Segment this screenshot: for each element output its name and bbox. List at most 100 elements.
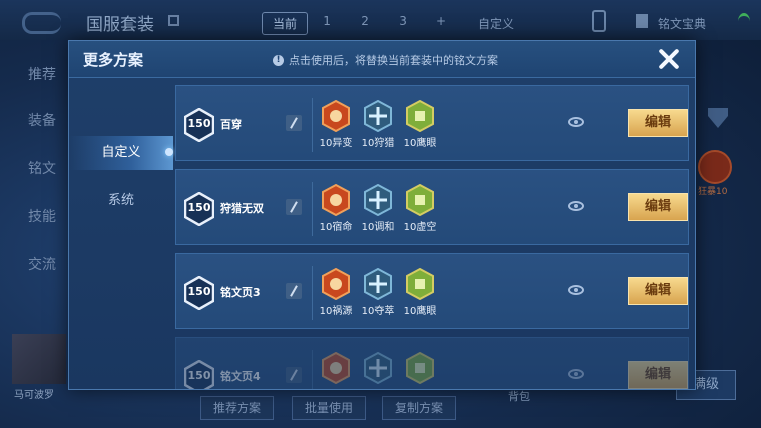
preview-eye-icon[interactable] <box>568 285 584 295</box>
hero-portrait[interactable] <box>12 334 66 384</box>
inscription-slot[interactable]: 10鹰眼 <box>400 267 440 317</box>
preview-eye-icon[interactable] <box>568 201 584 211</box>
info-icon: ! <box>273 54 284 66</box>
red-inscription-icon <box>321 99 351 133</box>
emblem-icon <box>698 150 732 184</box>
batch-use-button[interactable]: 批量使用 <box>292 396 367 420</box>
inscription-label: 10狩猎 <box>361 138 395 149</box>
divider <box>312 182 313 236</box>
inscription-slot[interactable]: 10祸源 <box>316 267 356 317</box>
divider <box>312 266 313 320</box>
inscription-label: 10夺萃 <box>361 306 395 317</box>
plan-row[interactable]: 150 百穿 10异变 10狩猎 10鹰眼 编辑 <box>175 85 689 161</box>
more-plans-modal: 更多方案 ! 点击使用后，将替换当前套装中的铭文方案 自定义 系统 150 百穿… <box>68 40 696 390</box>
divider <box>312 98 313 152</box>
tab-current[interactable]: 当前 <box>262 12 309 35</box>
modal-hint: ! 点击使用后，将替换当前套装中的铭文方案 <box>273 52 498 68</box>
inscription-slot[interactable]: 10夺萃 <box>358 267 398 317</box>
rename-icon[interactable] <box>286 283 302 299</box>
inscription-dictionary[interactable]: 铭文宝典 <box>658 15 706 32</box>
wifi-icon <box>738 13 750 30</box>
plan-name: 百穿 <box>220 118 242 131</box>
preview-eye-icon[interactable] <box>568 369 584 379</box>
inscription-slot[interactable]: 10鹰眼 <box>400 99 440 149</box>
plan-level: 150 <box>187 369 211 382</box>
sidebar-item-label: 自定义 <box>101 145 141 160</box>
copy-plan-button[interactable]: 复制方案 <box>382 396 457 420</box>
inscription-label: 10虚空 <box>403 222 437 233</box>
inscription-label: 10异变 <box>319 138 353 149</box>
edit-button[interactable]: 编辑 <box>628 361 688 389</box>
edit-button[interactable]: 编辑 <box>628 109 688 137</box>
divider <box>312 350 313 389</box>
bag-label[interactable]: 背包 <box>508 388 530 404</box>
back-icon[interactable] <box>22 12 61 34</box>
green-inscription-icon <box>405 267 435 301</box>
inscription-slot[interactable]: 10异变 <box>316 99 356 149</box>
inscription-label: 10鹰眼 <box>403 138 437 149</box>
plan-level: 150 <box>187 285 211 298</box>
book-icon[interactable] <box>636 14 648 28</box>
nav-community[interactable]: 交流 <box>28 254 56 274</box>
nav-skills[interactable]: 技能 <box>28 206 56 226</box>
inscription-label: 10调和 <box>361 222 395 233</box>
inscription-label: 10宿命 <box>319 222 353 233</box>
plan-row[interactable]: 150 铭文页3 10祸源 10夺萃 10鹰眼 编辑 <box>175 253 689 329</box>
red-inscription-icon <box>321 351 351 385</box>
inscription-slot[interactable] <box>400 351 440 386</box>
grid-icon[interactable] <box>168 15 179 26</box>
blue-inscription-icon <box>363 267 393 301</box>
inscription-slot[interactable] <box>316 351 356 386</box>
green-inscription-icon <box>405 183 435 217</box>
level-badge-icon: 150 <box>184 108 214 142</box>
inscription-slot[interactable]: 10宿命 <box>316 183 356 233</box>
close-icon[interactable] <box>655 45 683 73</box>
phone-icon[interactable] <box>592 10 606 32</box>
plan-category-sidebar: 自定义 系统 <box>69 78 173 389</box>
custom-label[interactable]: 自定义 <box>478 15 514 32</box>
sidebar-item-custom[interactable]: 自定义 <box>69 136 173 170</box>
inscription-slot[interactable]: 10调和 <box>358 183 398 233</box>
hero-name: 马可波罗 <box>14 390 54 401</box>
hint-text: 点击使用后，将替换当前套装中的铭文方案 <box>289 54 498 67</box>
red-inscription-icon <box>321 267 351 301</box>
nav-recommend[interactable]: 推荐 <box>28 64 56 84</box>
level-badge-icon: 150 <box>184 192 214 226</box>
tab-add[interactable]: + <box>422 12 460 35</box>
inscription-slot[interactable]: 10狩猎 <box>358 99 398 149</box>
emblem-label: 狂暴10 <box>698 187 728 197</box>
nav-inscription[interactable]: 铭文 <box>28 158 56 178</box>
rename-icon[interactable] <box>286 367 302 383</box>
filter-icon[interactable] <box>708 108 728 128</box>
plan-list[interactable]: 150 百穿 10异变 10狩猎 10鹰眼 编辑 150 狩猎无双 10宿命 1… <box>175 85 689 389</box>
tab-1[interactable]: 1 <box>308 12 346 35</box>
suit-title: 国服套装 <box>86 15 154 35</box>
plan-level: 150 <box>187 201 211 214</box>
inscription-slot[interactable] <box>358 351 398 386</box>
sidebar-item-system[interactable]: 系统 <box>69 184 173 218</box>
inscription-label: 10鹰眼 <box>403 306 437 317</box>
tab-3[interactable]: 3 <box>384 12 422 35</box>
preview-eye-icon[interactable] <box>568 117 584 127</box>
tab-2[interactable]: 2 <box>346 12 384 35</box>
rename-icon[interactable] <box>286 199 302 215</box>
level-badge-icon: 150 <box>184 276 214 310</box>
plan-name: 铭文页3 <box>220 286 261 299</box>
recommended-plan-button[interactable]: 推荐方案 <box>200 396 275 420</box>
edit-button[interactable]: 编辑 <box>628 193 688 221</box>
edit-button[interactable]: 编辑 <box>628 277 688 305</box>
suit-tabs: 当前 1 2 3 + <box>262 12 460 35</box>
level-badge-icon: 150 <box>184 360 214 389</box>
plan-row[interactable]: 150 狩猎无双 10宿命 10调和 10虚空 编辑 <box>175 169 689 245</box>
blue-inscription-icon <box>363 99 393 133</box>
sidebar-item-label: 系统 <box>107 193 134 208</box>
nav-equipment[interactable]: 装备 <box>28 110 56 130</box>
plan-row[interactable]: 150 铭文页4 编辑 <box>175 337 689 389</box>
inscription-slot[interactable]: 10虚空 <box>400 183 440 233</box>
green-inscription-icon <box>405 351 435 385</box>
blue-inscription-icon <box>363 351 393 385</box>
active-indicator-icon <box>165 148 173 156</box>
modal-title: 更多方案 <box>83 51 144 69</box>
green-inscription-icon <box>405 99 435 133</box>
rename-icon[interactable] <box>286 115 302 131</box>
